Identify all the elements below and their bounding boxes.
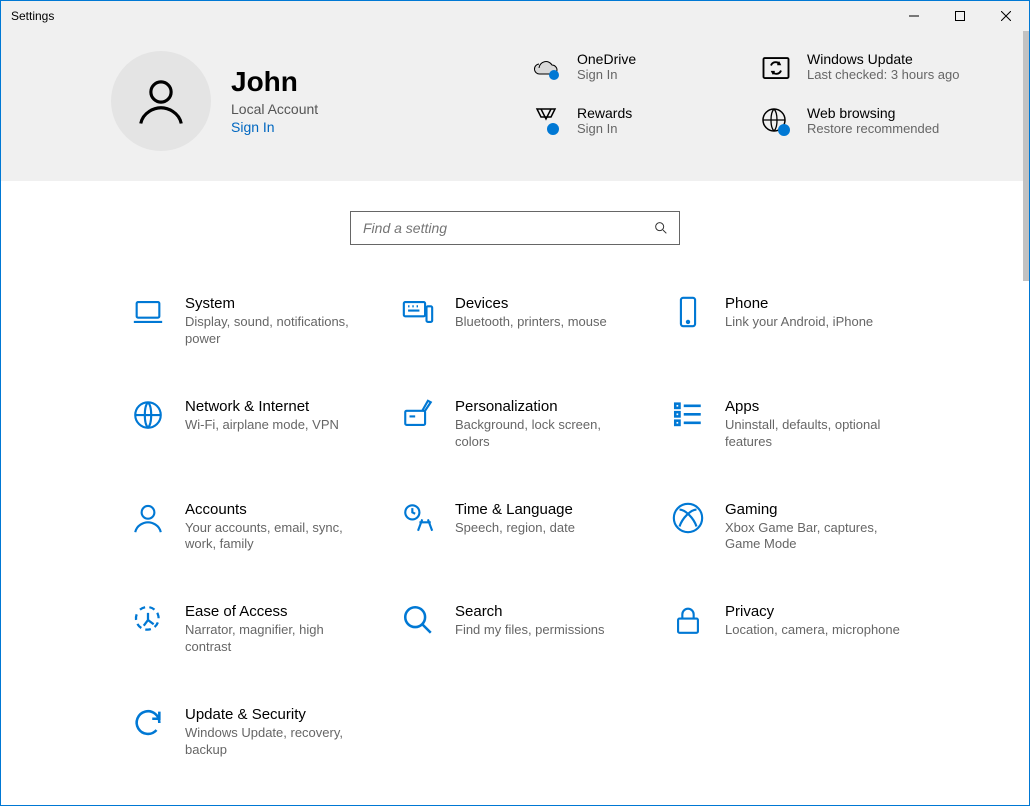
category-apps[interactable]: Apps Uninstall, defaults, optional featur…: [671, 398, 941, 451]
scrollbar[interactable]: [1023, 31, 1029, 281]
phone-icon: [671, 295, 705, 329]
search-icon: [653, 220, 669, 236]
category-title: Update & Security: [185, 706, 365, 723]
category-sub: Location, camera, microphone: [725, 622, 900, 639]
category-time-language[interactable]: Time & Language Speech, region, date: [401, 501, 671, 554]
category-update-security[interactable]: Update & Security Windows Update, recover…: [131, 706, 401, 759]
magnifier-icon: [401, 603, 435, 637]
category-title: Gaming: [725, 501, 905, 518]
tile-web-browsing[interactable]: Web browsing Restore recommended: [759, 105, 969, 139]
category-sub: Your accounts, email, sync, work, family: [185, 520, 365, 554]
lock-icon: [671, 603, 705, 637]
category-search[interactable]: Search Find my files, permissions: [401, 603, 671, 656]
category-sub: Link your Android, iPhone: [725, 314, 873, 331]
avatar: [111, 51, 211, 151]
header: John Local Account Sign In OneDrive Sign…: [1, 31, 1029, 181]
category-sub: Find my files, permissions: [455, 622, 605, 639]
medal-icon: [529, 105, 563, 139]
account-role: Local Account: [231, 101, 318, 117]
search-input[interactable]: [361, 219, 645, 237]
category-title: Apps: [725, 398, 905, 415]
brush-icon: [401, 398, 435, 432]
sync-icon: [759, 51, 793, 85]
category-title: Devices: [455, 295, 607, 312]
tile-title: Web browsing: [807, 105, 939, 121]
time-language-icon: [401, 501, 435, 535]
close-button[interactable]: [983, 1, 1029, 31]
tile-title: Rewards: [577, 105, 632, 121]
category-sub: Windows Update, recovery, backup: [185, 725, 365, 759]
category-sub: Bluetooth, printers, mouse: [455, 314, 607, 331]
tile-title: OneDrive: [577, 51, 636, 67]
cloud-icon: [529, 51, 563, 85]
tile-sub: Last checked: 3 hours ago: [807, 67, 960, 82]
laptop-icon: [131, 295, 165, 329]
maximize-button[interactable]: [937, 1, 983, 31]
globe-icon: [131, 398, 165, 432]
category-title: Search: [455, 603, 605, 620]
category-title: Network & Internet: [185, 398, 339, 415]
titlebar: Settings: [1, 1, 1029, 31]
tile-sub: Restore recommended: [807, 121, 939, 136]
tile-sub: Sign In: [577, 67, 636, 82]
account-name: John: [231, 67, 318, 98]
globe-badge-icon: [759, 105, 793, 139]
user-icon: [134, 74, 188, 128]
minimize-button[interactable]: [891, 1, 937, 31]
tile-onedrive[interactable]: OneDrive Sign In: [529, 51, 739, 85]
tile-title: Windows Update: [807, 51, 960, 67]
category-sub: Background, lock screen, colors: [455, 417, 635, 451]
category-title: Time & Language: [455, 501, 575, 518]
window-title: Settings: [1, 9, 54, 23]
category-sub: Uninstall, defaults, optional features: [725, 417, 905, 451]
category-sub: Speech, region, date: [455, 520, 575, 537]
category-title: Privacy: [725, 603, 900, 620]
category-phone[interactable]: Phone Link your Android, iPhone: [671, 295, 941, 348]
category-devices[interactable]: Devices Bluetooth, printers, mouse: [401, 295, 671, 348]
categories-grid: System Display, sound, notifications, pow…: [1, 245, 1029, 769]
category-personalization[interactable]: Personalization Background, lock screen, …: [401, 398, 671, 451]
category-ease-of-access[interactable]: Ease of Access Narrator, magnifier, high …: [131, 603, 401, 656]
tile-sub: Sign In: [577, 121, 632, 136]
category-sub: Narrator, magnifier, high contrast: [185, 622, 365, 656]
tile-rewards[interactable]: Rewards Sign In: [529, 105, 739, 139]
list-icon: [671, 398, 705, 432]
category-title: Accounts: [185, 501, 365, 518]
xbox-icon: [671, 501, 705, 535]
category-accounts[interactable]: Accounts Your accounts, email, sync, work…: [131, 501, 401, 554]
category-sub: Xbox Game Bar, captures, Game Mode: [725, 520, 905, 554]
search-box[interactable]: [350, 211, 680, 245]
category-sub: Display, sound, notifications, power: [185, 314, 365, 348]
category-title: Ease of Access: [185, 603, 365, 620]
category-title: Personalization: [455, 398, 635, 415]
category-title: System: [185, 295, 365, 312]
category-system[interactable]: System Display, sound, notifications, pow…: [131, 295, 401, 348]
category-gaming[interactable]: Gaming Xbox Game Bar, captures, Game Mode: [671, 501, 941, 554]
account-signin-link[interactable]: Sign In: [231, 119, 318, 135]
ease-icon: [131, 603, 165, 637]
update-icon: [131, 706, 165, 740]
category-sub: Wi-Fi, airplane mode, VPN: [185, 417, 339, 434]
category-title: Phone: [725, 295, 873, 312]
category-privacy[interactable]: Privacy Location, camera, microphone: [671, 603, 941, 656]
account-block: John Local Account Sign In: [111, 51, 318, 151]
category-network[interactable]: Network & Internet Wi-Fi, airplane mode, …: [131, 398, 401, 451]
tile-windows-update[interactable]: Windows Update Last checked: 3 hours ago: [759, 51, 969, 85]
person-icon: [131, 501, 165, 535]
keyboard-icon: [401, 295, 435, 329]
